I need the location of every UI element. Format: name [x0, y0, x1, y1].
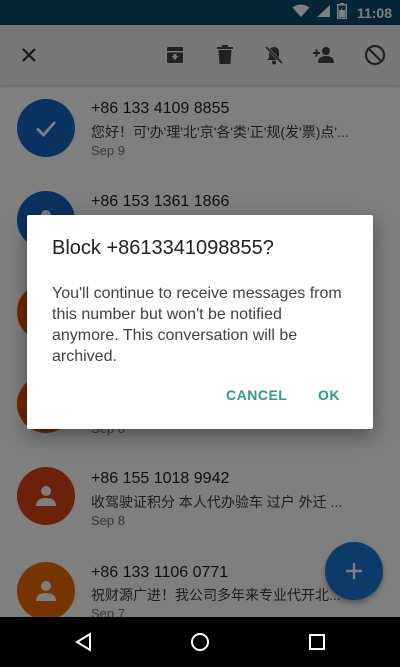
block-dialog: Block +8613341098855? You'll continue to…: [27, 215, 373, 429]
recents-icon[interactable]: [305, 630, 329, 654]
dialog-message: You'll continue to receive messages from…: [52, 285, 342, 365]
ok-button[interactable]: OK: [318, 387, 340, 403]
cancel-button[interactable]: CANCEL: [226, 387, 287, 403]
back-icon[interactable]: [72, 630, 96, 654]
navigation-bar: [0, 617, 400, 667]
home-icon[interactable]: [188, 630, 212, 654]
dialog-title: Block +8613341098855?: [52, 237, 274, 259]
